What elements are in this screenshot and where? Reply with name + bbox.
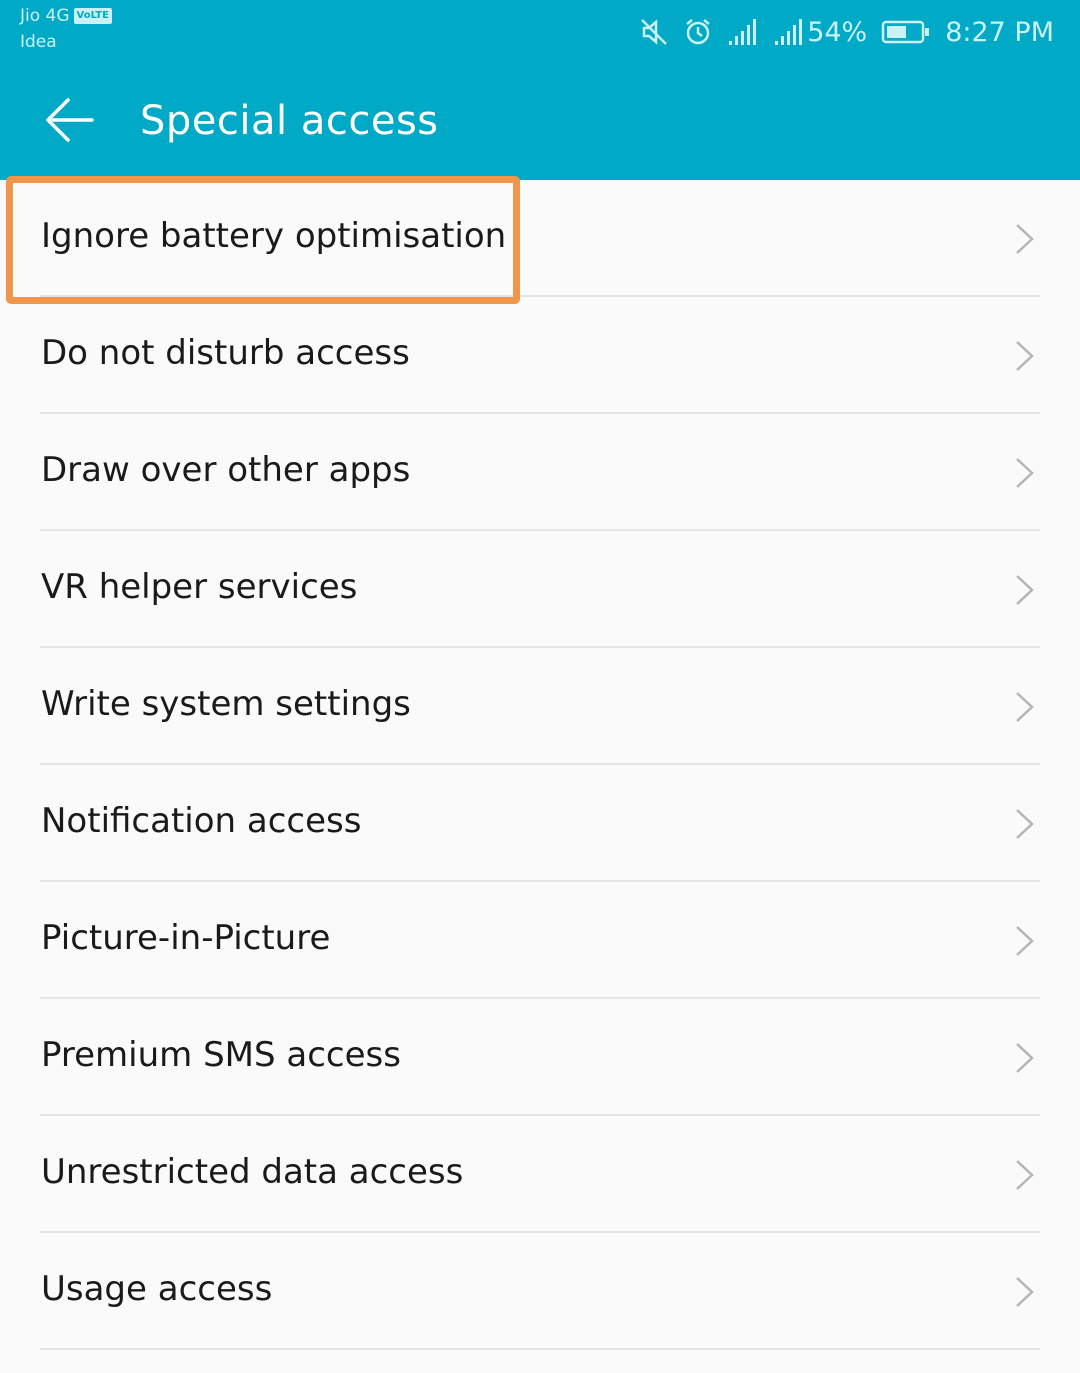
list-item[interactable]: Unrestricted data access (0, 1116, 1080, 1233)
chevron-right-icon (1016, 341, 1034, 371)
app-bar: Jio 4G VoLTE Idea 54% 8:27 PM Special ac… (0, 0, 1080, 180)
list-item-label: Premium SMS access (41, 1035, 401, 1075)
carrier-name-2: Idea (20, 32, 57, 52)
divider (40, 1348, 1040, 1350)
page-title: Special access (140, 98, 439, 144)
chevron-right-icon (1016, 809, 1034, 839)
list-item[interactable]: Notification access (0, 765, 1080, 882)
list-item-label: Ignore battery optimisation (41, 216, 507, 256)
list-item-label: Unrestricted data access (41, 1152, 464, 1192)
list-item[interactable]: Premium SMS access (0, 999, 1080, 1116)
list-item-label: Write system settings (41, 684, 411, 724)
list-item-label: Draw over other apps (41, 450, 411, 490)
signal-icon (729, 19, 757, 45)
arrow-left-icon (46, 98, 94, 142)
signal-icon (775, 19, 803, 45)
chevron-right-icon (1016, 926, 1034, 956)
list-item[interactable]: Write system settings (0, 648, 1080, 765)
chevron-right-icon (1016, 1277, 1034, 1307)
list-item[interactable]: Ignore battery optimisation (0, 180, 1080, 297)
list-item-label: Picture-in-Picture (41, 918, 331, 958)
chevron-right-icon (1016, 575, 1034, 605)
back-button[interactable] (40, 92, 100, 152)
status-time: 8:27 PM (945, 16, 1054, 48)
list-item[interactable]: Do not disturb access (0, 297, 1080, 414)
list-item-label: VR helper services (41, 567, 358, 607)
list-item-label: Do not disturb access (41, 333, 410, 373)
battery-icon (881, 20, 930, 44)
chevron-right-icon (1016, 458, 1034, 488)
list-item[interactable]: Draw over other apps (0, 414, 1080, 531)
list-item[interactable]: Usage access (0, 1233, 1080, 1350)
chevron-right-icon (1016, 224, 1034, 254)
chevron-right-icon (1016, 1043, 1034, 1073)
status-bar-indicators: 54% 8:27 PM (639, 14, 1054, 50)
special-access-list: Ignore battery optimisation Do not distu… (0, 180, 1080, 1350)
chevron-right-icon (1016, 1160, 1034, 1190)
list-item-label: Usage access (41, 1269, 273, 1309)
status-bar-carriers: Jio 4G VoLTE Idea (20, 6, 112, 52)
mute-icon (641, 19, 668, 45)
list-item[interactable]: VR helper services (0, 531, 1080, 648)
list-item[interactable]: Picture-in-Picture (0, 882, 1080, 999)
carrier-name-1: Jio 4G (20, 6, 70, 26)
list-item-label: Notification access (41, 801, 362, 841)
volte-badge: VoLTE (73, 8, 112, 24)
alarm-icon (686, 19, 710, 45)
battery-percent: 54% (807, 16, 868, 48)
chevron-right-icon (1016, 692, 1034, 722)
